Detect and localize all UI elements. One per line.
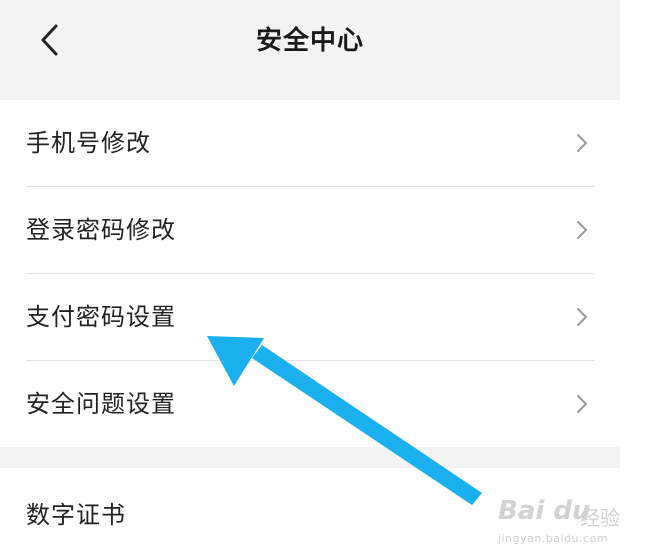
- header-bar: 安全中心: [0, 0, 620, 100]
- chevron-right-icon: [577, 308, 587, 326]
- chevron-right-icon: [577, 134, 587, 152]
- chevron-right-icon: [577, 395, 587, 413]
- list-item-digital-certificate[interactable]: 数字证书: [0, 468, 620, 554]
- list-item-label: 支付密码设置: [26, 303, 176, 331]
- list-item-security-question[interactable]: 安全问题设置: [0, 361, 620, 447]
- certificate-list: 数字证书: [0, 468, 620, 557]
- page-title: 安全中心: [255, 26, 364, 56]
- list-item-phone-change[interactable]: 手机号修改: [0, 100, 620, 186]
- security-center-screen: 安全中心 手机号修改 登录密码修改 支付密码设置 安全问题设置 数字证书: [0, 0, 620, 557]
- list-item-label: 数字证书: [26, 501, 126, 529]
- page-margin: [620, 0, 648, 557]
- chevron-right-icon: [577, 221, 587, 239]
- list-item-label: 登录密码修改: [26, 216, 176, 244]
- list-item-login-password[interactable]: 登录密码修改: [0, 187, 620, 273]
- list-item-label: 安全问题设置: [26, 390, 176, 418]
- security-settings-list: 手机号修改 登录密码修改 支付密码设置 安全问题设置: [0, 100, 620, 447]
- list-item-label: 手机号修改: [26, 129, 151, 157]
- list-item-payment-password[interactable]: 支付密码设置: [0, 274, 620, 360]
